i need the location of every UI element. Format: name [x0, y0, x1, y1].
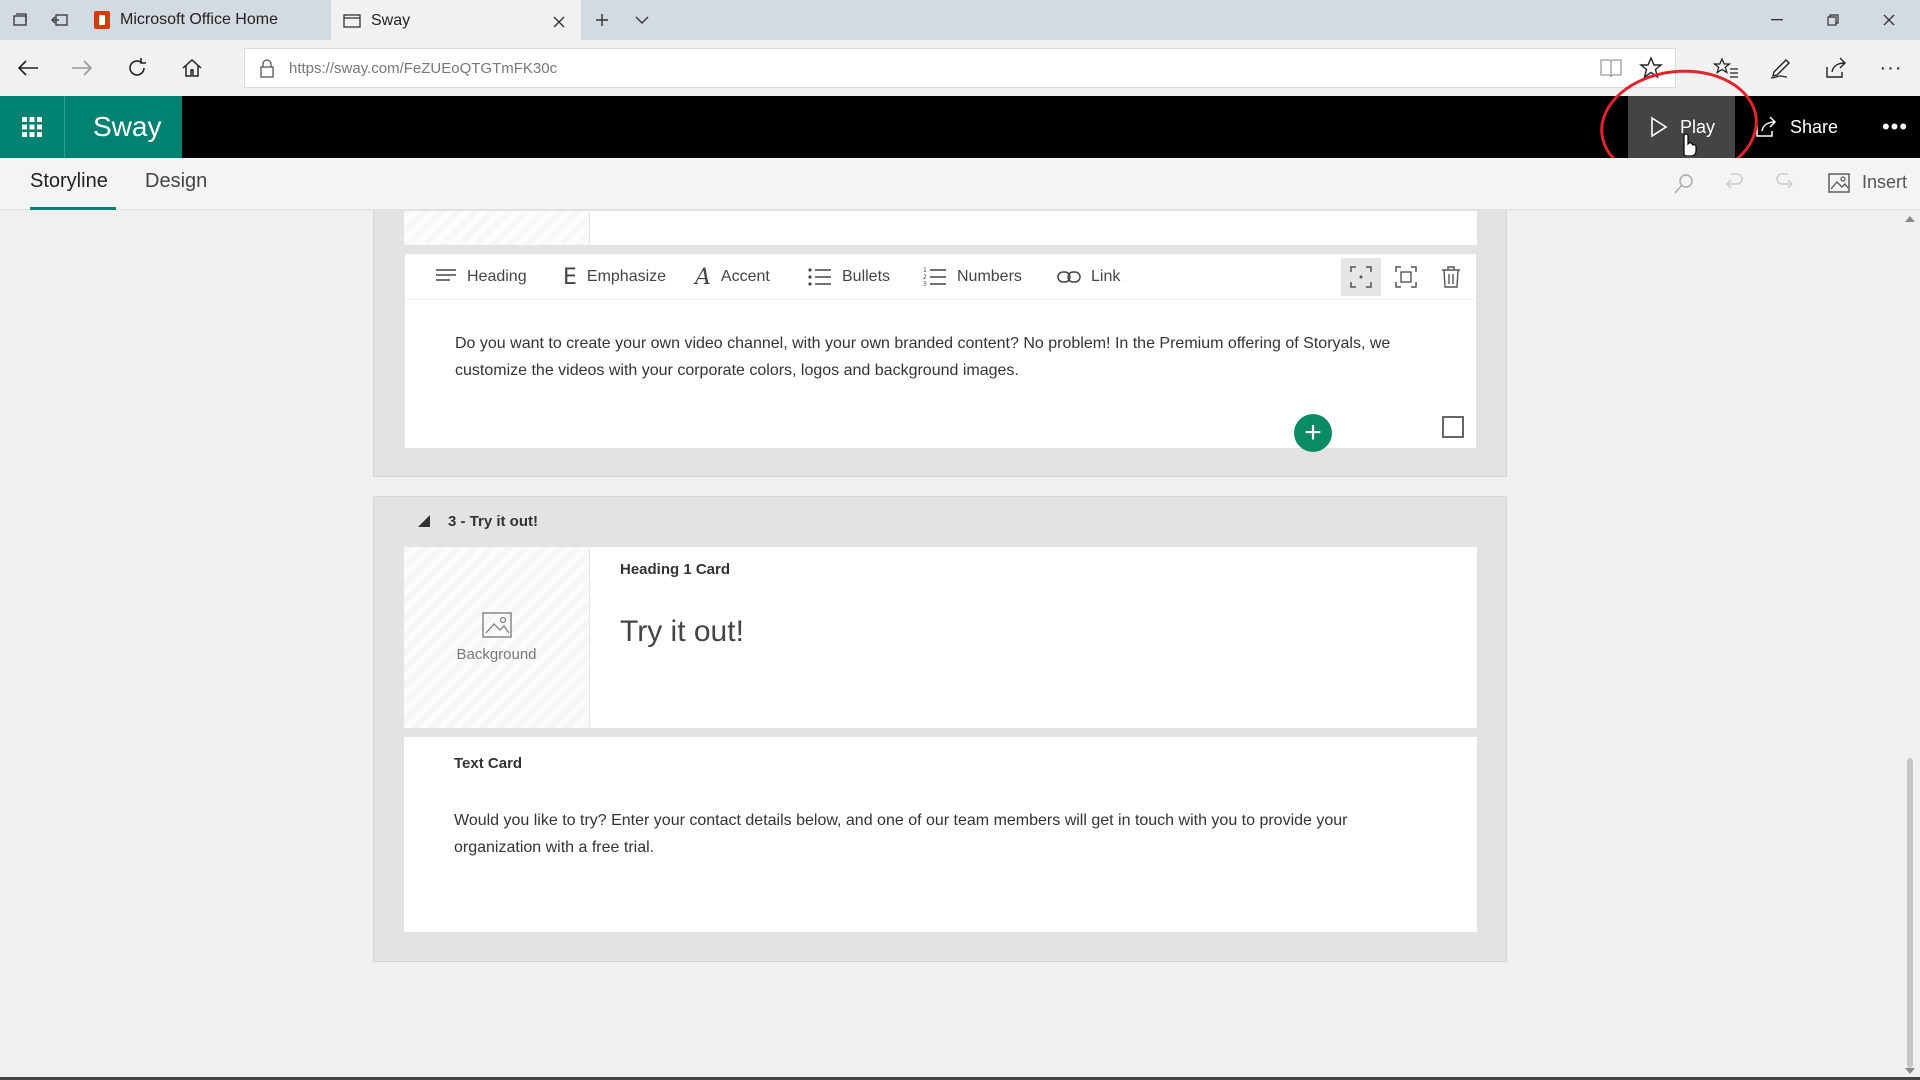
- format-toolbar: Heading E Emphasize A Accent Bullets 123…: [405, 254, 1476, 300]
- card-heading-text[interactable]: Try it out!: [620, 615, 744, 649]
- tab-title: Sway: [371, 12, 411, 29]
- tab-design[interactable]: Design: [145, 170, 207, 210]
- add-card-button[interactable]: +: [1294, 414, 1332, 452]
- share-button[interactable]: Share: [1754, 96, 1864, 158]
- page-icon: [343, 14, 361, 28]
- fit-frame-icon: [1395, 266, 1417, 288]
- tab-microsoft-office-home[interactable]: Microsoft Office Home: [82, 0, 330, 40]
- scroll-up-icon[interactable]: [1905, 216, 1915, 222]
- browser-nav-bar: https://sway.com/FeZUEoQTGTmFK30c ···: [0, 40, 1920, 96]
- minimize-icon[interactable]: [1750, 0, 1804, 40]
- numbers-button[interactable]: 123 Numbers: [923, 254, 1022, 300]
- scrollbar-thumb[interactable]: [1907, 758, 1913, 1068]
- card-body-text[interactable]: Would you like to try? Enter your contac…: [454, 807, 1414, 861]
- url-text: https://sway.com/FeZUEoQTGTmFK30c: [289, 59, 558, 77]
- emphasize-button[interactable]: E Emphasize: [563, 254, 666, 300]
- heading-button[interactable]: Heading: [435, 254, 527, 300]
- link-button[interactable]: Link: [1057, 254, 1120, 300]
- app-brand[interactable]: Sway: [64, 96, 182, 158]
- vertical-scrollbar[interactable]: [1900, 210, 1920, 1080]
- more-options-button[interactable]: •••: [1870, 96, 1920, 158]
- bullets-icon: [808, 268, 831, 286]
- sway-app-bar: Sway Play Share •••: [0, 96, 1920, 158]
- focus-point-button[interactable]: [1341, 258, 1381, 296]
- set-tabs-aside-icon[interactable]: [40, 0, 80, 40]
- card-type-label: Text Card: [454, 755, 523, 772]
- heading-label: Heading: [467, 268, 527, 285]
- close-window-icon[interactable]: [1862, 0, 1916, 40]
- background-stub: [404, 211, 590, 245]
- numbers-label: Numbers: [957, 268, 1022, 285]
- heading-icon: [436, 269, 456, 281]
- card-size-button[interactable]: [1386, 258, 1426, 296]
- collapse-triangle-icon[interactable]: [418, 515, 430, 527]
- card-stub[interactable]: [404, 211, 1477, 245]
- accent-icon: A: [695, 264, 711, 290]
- accent-label: Accent: [720, 268, 770, 285]
- tab-sway[interactable]: Sway: [331, 0, 581, 40]
- tab-title: Microsoft Office Home: [120, 11, 278, 28]
- reading-view-icon[interactable]: [1599, 57, 1623, 84]
- insert-label: Insert: [1862, 172, 1908, 192]
- section-header[interactable]: 3 - Try it out!: [374, 497, 1506, 545]
- svg-text:3: 3: [923, 281, 927, 288]
- link-label: Link: [1091, 268, 1121, 285]
- image-icon: [1828, 172, 1850, 193]
- svg-text:2: 2: [923, 274, 927, 281]
- bullets-label: Bullets: [842, 268, 891, 285]
- refresh-icon[interactable]: [117, 48, 157, 88]
- storyline-canvas: Heading E Emphasize A Accent Bullets 123…: [0, 210, 1900, 1080]
- numbers-icon: 123: [923, 267, 946, 288]
- emphasize-icon: E: [563, 264, 577, 290]
- address-bar[interactable]: https://sway.com/FeZUEoQTGTmFK30c: [244, 48, 1676, 88]
- sway-sub-toolbar: Storyline Design Insert: [0, 158, 1920, 210]
- lock-icon: [259, 59, 275, 84]
- section-title: 3 - Try it out!: [448, 512, 538, 530]
- svg-text:1: 1: [923, 267, 927, 274]
- share-label: Share: [1790, 116, 1839, 137]
- bullets-button[interactable]: Bullets: [808, 254, 890, 300]
- redo-icon[interactable]: [1775, 172, 1797, 197]
- hand-cursor-icon: [1678, 130, 1698, 161]
- restore-icon[interactable]: [1806, 0, 1860, 40]
- background-label: Background: [456, 646, 537, 663]
- chevron-down-icon[interactable]: [622, 0, 662, 40]
- storyline-section-try-it-out: 3 - Try it out! Background Heading 1 Car…: [373, 496, 1507, 962]
- card-select-checkbox[interactable]: [1442, 416, 1464, 438]
- browser-more-icon[interactable]: ···: [1871, 48, 1911, 88]
- tab-manager-icon[interactable]: [0, 0, 40, 40]
- play-icon: [1651, 116, 1668, 138]
- forward-arrow-icon[interactable]: [62, 48, 102, 88]
- emphasize-label: Emphasize: [586, 268, 667, 285]
- trash-icon: [1442, 266, 1460, 288]
- accent-button[interactable]: A Accent: [695, 254, 770, 300]
- pen-notes-icon[interactable]: [1761, 48, 1801, 88]
- share-browser-icon[interactable]: [1816, 48, 1856, 88]
- background-placeholder[interactable]: Background: [404, 547, 590, 728]
- undo-icon[interactable]: [1722, 172, 1744, 197]
- storyline-section: Heading E Emphasize A Accent Bullets 123…: [373, 210, 1507, 477]
- app-launcher-icon[interactable]: [0, 96, 64, 158]
- close-tab-icon[interactable]: [549, 12, 569, 32]
- browser-tab-strip: Microsoft Office Home Sway: [0, 0, 1920, 40]
- card-type-label: Heading 1 Card: [620, 561, 731, 578]
- favorites-hub-icon[interactable]: [1706, 48, 1746, 88]
- text-card[interactable]: Text Card Would you like to try? Enter y…: [404, 737, 1477, 932]
- image-placeholder-icon: [481, 612, 512, 638]
- link-icon: [1057, 271, 1081, 283]
- delete-card-button[interactable]: [1431, 258, 1471, 296]
- back-arrow-icon[interactable]: [8, 48, 48, 88]
- scroll-down-icon[interactable]: [1905, 1068, 1915, 1074]
- heading-1-card[interactable]: Background Heading 1 Card Try it out!: [404, 547, 1477, 728]
- card-body-text[interactable]: Do you want to create your own video cha…: [455, 330, 1415, 384]
- new-tab-icon[interactable]: [582, 0, 622, 40]
- home-icon[interactable]: [172, 48, 212, 88]
- insert-button[interactable]: Insert: [1828, 172, 1907, 193]
- search-icon[interactable]: [1672, 172, 1696, 201]
- focus-point-icon: [1350, 266, 1372, 288]
- favorite-star-icon[interactable]: [1639, 56, 1663, 85]
- office-logo-icon: [94, 11, 110, 29]
- share-icon: [1756, 116, 1777, 137]
- tab-storyline[interactable]: Storyline: [30, 170, 116, 210]
